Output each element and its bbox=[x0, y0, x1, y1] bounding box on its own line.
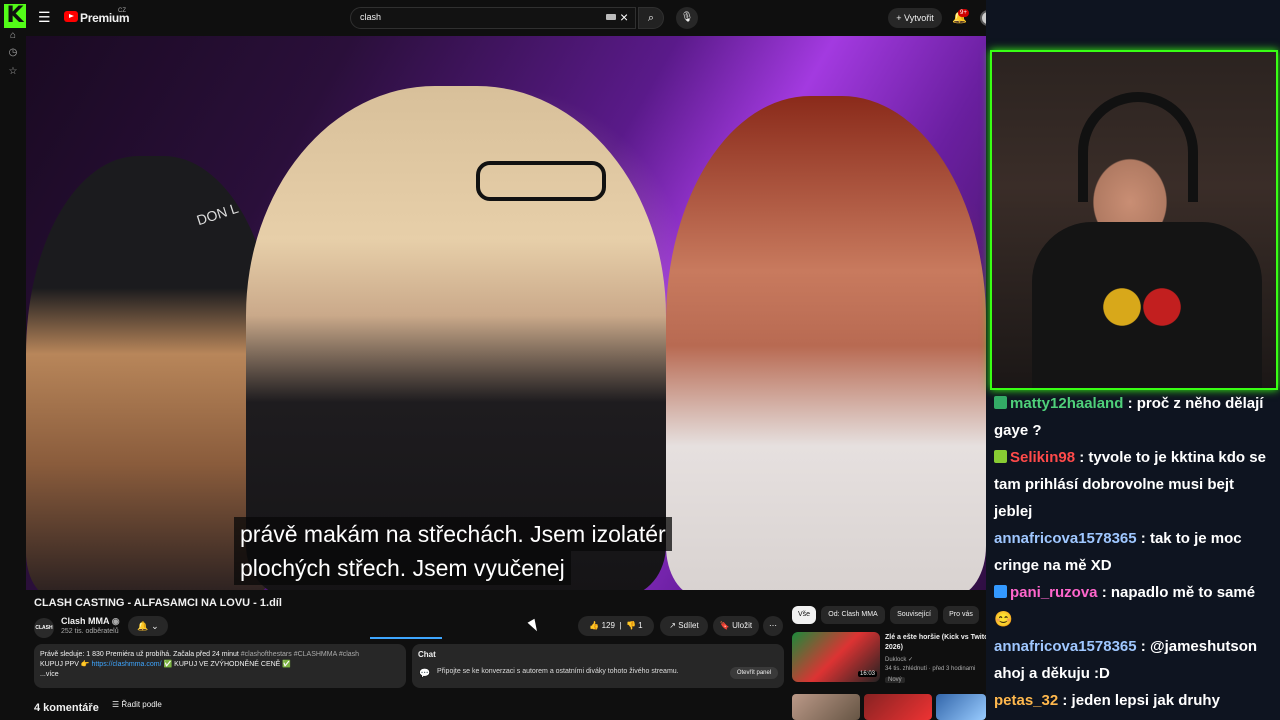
chip-from-channel[interactable]: Od: Clash MMA bbox=[821, 606, 885, 624]
channel-name-text: Clash MMA bbox=[61, 616, 110, 626]
recommendation-duration: 16:03 bbox=[858, 671, 878, 677]
dislike-icon[interactable]: 👎 bbox=[626, 621, 636, 630]
video-person-right bbox=[666, 96, 986, 590]
subtitle-line-1: právě makám na střechách. Jsem izolatér bbox=[234, 517, 672, 551]
chat-panel-description: Připojte se ke konverzaci s autorem a os… bbox=[437, 668, 679, 675]
star-icon[interactable]: ☆ bbox=[7, 66, 19, 78]
recommendation-meta: 34 tis. zhlédnutí · před 3 hodinami bbox=[885, 666, 976, 672]
notifications-badge: 9+ bbox=[958, 9, 969, 17]
headphones-shape bbox=[1078, 92, 1198, 202]
channel-avatar[interactable]: CLASH bbox=[34, 618, 54, 638]
bookmark-icon: 🔖 bbox=[719, 621, 733, 630]
sort-comments-button[interactable]: ☰ Řadit podle bbox=[112, 700, 162, 709]
create-button[interactable]: + Vytvořit bbox=[888, 8, 942, 28]
more-actions-button[interactable]: ⋯ bbox=[763, 616, 783, 636]
chat-text: : jeden lepsi jak druhy bbox=[1062, 692, 1220, 709]
video-title: CLASH CASTING - ALFASAMCI NA LOVU - 1.dí… bbox=[34, 597, 282, 609]
subscribe-bell-button[interactable]: 🔔 ⌄ bbox=[128, 616, 168, 636]
recommendation-channel[interactable]: Duklock ✓ bbox=[885, 656, 913, 663]
chat-username[interactable]: pani_ruzova bbox=[1010, 584, 1098, 601]
chat-username[interactable]: petas_32 bbox=[994, 692, 1058, 709]
description-live-status: Právě sleduje: 1 830 Premiéra už probíhá… bbox=[40, 651, 241, 658]
chat-badge-icon bbox=[994, 450, 1007, 463]
channel-subscribers: 252 tis. odběratelů bbox=[61, 628, 119, 635]
comments-count: 4 komentáře bbox=[34, 702, 99, 714]
verified-icon: ◉ bbox=[111, 616, 120, 626]
chat-message: Selikin98 : tyvole to je kktina kdo se t… bbox=[994, 444, 1274, 525]
chat-username[interactable]: matty12haaland bbox=[1010, 395, 1123, 412]
video-player[interactable]: DON L právě makám na střechách. Jsem izo… bbox=[26, 36, 1012, 590]
country-code: CZ bbox=[118, 8, 126, 14]
chat-bubble-icon: 💬 bbox=[419, 668, 431, 678]
live-progress-indicator bbox=[370, 637, 442, 639]
description-box[interactable]: Právě sleduje: 1 830 Premiéra už probíhá… bbox=[34, 644, 406, 688]
create-label: Vytvořit bbox=[904, 13, 934, 23]
kick-logo-icon: K bbox=[4, 4, 26, 28]
close-icon[interactable]: × bbox=[620, 9, 628, 25]
sort-label: Řadit podle bbox=[121, 700, 162, 709]
video-person-center bbox=[246, 86, 666, 590]
youtube-logo-icon[interactable] bbox=[64, 11, 78, 22]
recommendation-thumbnail-2[interactable] bbox=[792, 694, 860, 720]
chat-panel bbox=[412, 644, 784, 688]
stream-chat: matty12haaland : proč z něho dělají gaye… bbox=[994, 390, 1274, 714]
bell-icon: 🔔 bbox=[137, 621, 149, 631]
recommendation-thumbnail-4[interactable] bbox=[936, 694, 986, 720]
chat-message: petas_32 : jeden lepsi jak druhy bbox=[994, 687, 1274, 714]
chat-message: pani_ruzova : napadlo mě to samé 😊 bbox=[994, 579, 1274, 633]
plus-icon: + bbox=[896, 13, 905, 23]
left-rail bbox=[0, 0, 26, 720]
search-input[interactable]: clash bbox=[360, 12, 381, 22]
save-button[interactable]: 🔖 Uložit bbox=[713, 616, 759, 636]
chat-username[interactable]: annafricova1578365 bbox=[994, 638, 1137, 655]
recommendation-title[interactable]: Zlé a ešte horšie (Kick vs Twitch 2026) bbox=[885, 633, 995, 653]
hamburger-menu-icon[interactable]: ☰ bbox=[38, 10, 52, 24]
recommendation-new-badge: Nový bbox=[885, 677, 905, 683]
description-more[interactable]: ...více bbox=[40, 670, 400, 680]
glasses-shape bbox=[476, 161, 606, 201]
history-icon[interactable]: ◷ bbox=[7, 47, 19, 59]
shirt-print-shape bbox=[1092, 262, 1192, 352]
chip-for-you[interactable]: Pro vás bbox=[943, 606, 979, 624]
share-label: Sdílet bbox=[678, 621, 699, 630]
description-ppv-text-2: ✅ KUPUJ VE ZVÝHODNĚNÉ CENĚ ✅ bbox=[161, 661, 291, 668]
save-label: Uložit bbox=[732, 621, 753, 630]
chat-message: annafricova1578365 : tak to je moc cring… bbox=[994, 525, 1274, 579]
description-hashtags[interactable]: #clashofthestars #CLASHMMA #clash bbox=[241, 651, 359, 658]
chat-message: matty12haaland : proč z něho dělají gaye… bbox=[994, 390, 1274, 444]
mic-icon: 🎙 bbox=[680, 12, 694, 23]
mouse-cursor-icon bbox=[527, 618, 541, 634]
webcam-overlay bbox=[990, 50, 1278, 390]
share-button[interactable]: ↗ Sdílet bbox=[660, 616, 708, 636]
sort-icon: ☰ bbox=[112, 700, 122, 709]
like-icon[interactable]: 👍 bbox=[589, 621, 599, 630]
channel-name[interactable]: Clash MMA ◉ bbox=[61, 616, 120, 627]
chat-badge-icon bbox=[994, 585, 1007, 598]
chat-badge-icon bbox=[994, 396, 1007, 409]
subtitle-line-2: plochých střech. Jsem vyučenej bbox=[234, 551, 571, 585]
chat-panel-title: Chat bbox=[418, 650, 436, 659]
chip-all[interactable]: Vše bbox=[792, 606, 816, 624]
like-dislike-group[interactable]: 👍 129 | 👎 1 bbox=[578, 616, 654, 636]
keyboard-icon[interactable] bbox=[606, 14, 616, 20]
chat-username[interactable]: annafricova1578365 bbox=[994, 530, 1137, 547]
mic-button[interactable]: 🎙 bbox=[676, 7, 698, 29]
search-button[interactable]: ⌕ bbox=[638, 7, 664, 29]
chevron-down-icon: ⌄ bbox=[151, 621, 159, 631]
chat-username[interactable]: Selikin98 bbox=[1010, 449, 1075, 466]
open-chat-panel-button[interactable]: Otevřít panel bbox=[730, 667, 778, 679]
like-count: 129 bbox=[601, 621, 615, 630]
recommendation-thumbnail-3[interactable] bbox=[864, 694, 932, 720]
chat-message: annafricova1578365 : @jameshutson ahoj a… bbox=[994, 633, 1274, 687]
description-ppv-text: KUPUJ PPV 👉 bbox=[40, 661, 92, 668]
share-icon: ↗ bbox=[669, 621, 679, 630]
chip-related[interactable]: Související bbox=[890, 606, 938, 624]
dislike-count: 1 bbox=[638, 621, 643, 630]
search-icon: ⌕ bbox=[647, 12, 655, 24]
description-link[interactable]: https://clashmma.com/ bbox=[92, 661, 162, 668]
home-icon[interactable]: ⌂ bbox=[7, 30, 19, 42]
search-box[interactable] bbox=[350, 7, 636, 29]
subtitles: právě makám na střechách. Jsem izolatér … bbox=[234, 517, 706, 585]
